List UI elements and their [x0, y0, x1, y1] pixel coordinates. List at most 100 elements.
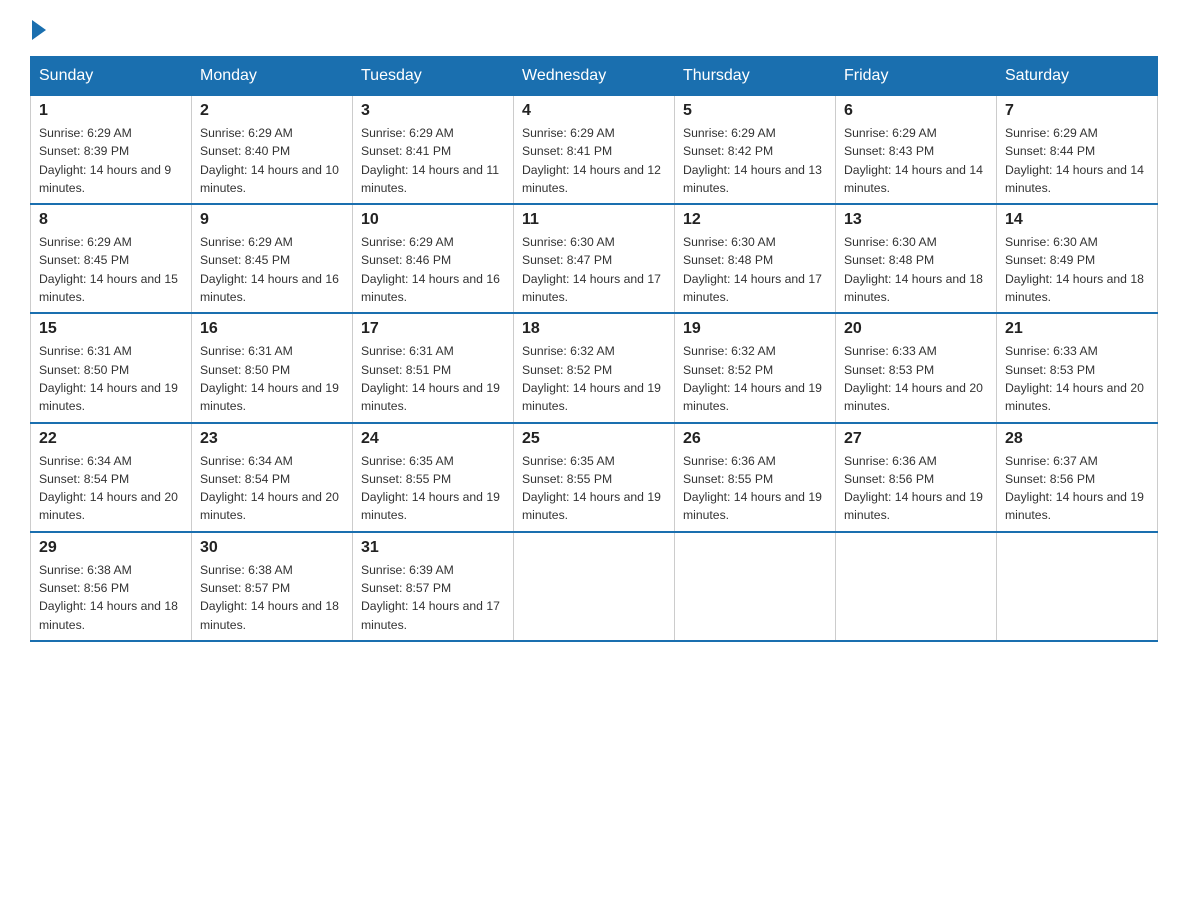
table-row: 28 Sunrise: 6:37 AMSunset: 8:56 PMDayligh…: [997, 423, 1158, 532]
day-number: 9: [200, 211, 344, 229]
table-row: 16 Sunrise: 6:31 AMSunset: 8:50 PMDayligh…: [192, 313, 353, 422]
day-number: 8: [39, 211, 183, 229]
table-row: 13 Sunrise: 6:30 AMSunset: 8:48 PMDayligh…: [836, 204, 997, 313]
day-number: 16: [200, 320, 344, 338]
day-info: Sunrise: 6:30 AMSunset: 8:47 PMDaylight:…: [522, 233, 666, 306]
table-row: 1 Sunrise: 6:29 AMSunset: 8:39 PMDaylight…: [31, 96, 192, 205]
day-info: Sunrise: 6:33 AMSunset: 8:53 PMDaylight:…: [844, 342, 988, 415]
day-number: 28: [1005, 430, 1149, 448]
table-row: 3 Sunrise: 6:29 AMSunset: 8:41 PMDaylight…: [353, 96, 514, 205]
day-info: Sunrise: 6:35 AMSunset: 8:55 PMDaylight:…: [361, 452, 505, 525]
table-row: [997, 532, 1158, 641]
day-number: 1: [39, 102, 183, 120]
table-row: [514, 532, 675, 641]
day-number: 18: [522, 320, 666, 338]
table-row: 22 Sunrise: 6:34 AMSunset: 8:54 PMDayligh…: [31, 423, 192, 532]
day-number: 25: [522, 430, 666, 448]
day-number: 27: [844, 430, 988, 448]
day-number: 6: [844, 102, 988, 120]
header-monday: Monday: [192, 57, 353, 96]
day-number: 31: [361, 539, 505, 557]
day-info: Sunrise: 6:38 AMSunset: 8:56 PMDaylight:…: [39, 561, 183, 634]
day-info: Sunrise: 6:37 AMSunset: 8:56 PMDaylight:…: [1005, 452, 1149, 525]
day-info: Sunrise: 6:36 AMSunset: 8:56 PMDaylight:…: [844, 452, 988, 525]
day-info: Sunrise: 6:29 AMSunset: 8:44 PMDaylight:…: [1005, 124, 1149, 197]
table-row: 27 Sunrise: 6:36 AMSunset: 8:56 PMDayligh…: [836, 423, 997, 532]
table-row: 17Sunrise: 6:31 AMSunset: 8:51 PMDayligh…: [353, 313, 514, 422]
day-number: 3: [361, 102, 505, 120]
day-info: Sunrise: 6:35 AMSunset: 8:55 PMDaylight:…: [522, 452, 666, 525]
header-friday: Friday: [836, 57, 997, 96]
table-row: 7Sunrise: 6:29 AMSunset: 8:44 PMDaylight…: [997, 96, 1158, 205]
day-info: Sunrise: 6:33 AMSunset: 8:53 PMDaylight:…: [1005, 342, 1149, 415]
day-number: 23: [200, 430, 344, 448]
week-row-3: 15 Sunrise: 6:31 AMSunset: 8:50 PMDayligh…: [31, 313, 1158, 422]
logo-arrow-icon: [32, 20, 46, 40]
logo: [30, 20, 48, 40]
week-row-2: 8 Sunrise: 6:29 AMSunset: 8:45 PMDaylight…: [31, 204, 1158, 313]
day-info: Sunrise: 6:31 AMSunset: 8:50 PMDaylight:…: [200, 342, 344, 415]
day-number: 20: [844, 320, 988, 338]
day-number: 15: [39, 320, 183, 338]
table-row: 25 Sunrise: 6:35 AMSunset: 8:55 PMDayligh…: [514, 423, 675, 532]
table-row: 6Sunrise: 6:29 AMSunset: 8:43 PMDaylight…: [836, 96, 997, 205]
day-number: 10: [361, 211, 505, 229]
day-info: Sunrise: 6:29 AMSunset: 8:41 PMDaylight:…: [361, 124, 505, 197]
weekday-header-row: SundayMondayTuesdayWednesdayThursdayFrid…: [31, 57, 1158, 96]
header-thursday: Thursday: [675, 57, 836, 96]
header-sunday: Sunday: [31, 57, 192, 96]
day-number: 17: [361, 320, 505, 338]
day-number: 21: [1005, 320, 1149, 338]
day-info: Sunrise: 6:36 AMSunset: 8:55 PMDaylight:…: [683, 452, 827, 525]
day-info: Sunrise: 6:29 AMSunset: 8:45 PMDaylight:…: [39, 233, 183, 306]
day-number: 4: [522, 102, 666, 120]
day-info: Sunrise: 6:30 AMSunset: 8:48 PMDaylight:…: [683, 233, 827, 306]
week-row-1: 1 Sunrise: 6:29 AMSunset: 8:39 PMDaylight…: [31, 96, 1158, 205]
day-number: 26: [683, 430, 827, 448]
page-header: [30, 20, 1158, 40]
table-row: [675, 532, 836, 641]
day-info: Sunrise: 6:34 AMSunset: 8:54 PMDaylight:…: [200, 452, 344, 525]
week-row-4: 22 Sunrise: 6:34 AMSunset: 8:54 PMDayligh…: [31, 423, 1158, 532]
table-row: 5Sunrise: 6:29 AMSunset: 8:42 PMDaylight…: [675, 96, 836, 205]
header-wednesday: Wednesday: [514, 57, 675, 96]
table-row: 18 Sunrise: 6:32 AMSunset: 8:52 PMDayligh…: [514, 313, 675, 422]
header-saturday: Saturday: [997, 57, 1158, 96]
table-row: 19Sunrise: 6:32 AMSunset: 8:52 PMDayligh…: [675, 313, 836, 422]
day-info: Sunrise: 6:39 AMSunset: 8:57 PMDaylight:…: [361, 561, 505, 634]
table-row: 24 Sunrise: 6:35 AMSunset: 8:55 PMDayligh…: [353, 423, 514, 532]
day-number: 2: [200, 102, 344, 120]
day-info: Sunrise: 6:29 AMSunset: 8:45 PMDaylight:…: [200, 233, 344, 306]
day-number: 19: [683, 320, 827, 338]
table-row: 8 Sunrise: 6:29 AMSunset: 8:45 PMDaylight…: [31, 204, 192, 313]
table-row: 10 Sunrise: 6:29 AMSunset: 8:46 PMDayligh…: [353, 204, 514, 313]
table-row: 12 Sunrise: 6:30 AMSunset: 8:48 PMDayligh…: [675, 204, 836, 313]
day-info: Sunrise: 6:34 AMSunset: 8:54 PMDaylight:…: [39, 452, 183, 525]
table-row: 26 Sunrise: 6:36 AMSunset: 8:55 PMDayligh…: [675, 423, 836, 532]
day-number: 11: [522, 211, 666, 229]
day-info: Sunrise: 6:29 AMSunset: 8:40 PMDaylight:…: [200, 124, 344, 197]
day-info: Sunrise: 6:29 AMSunset: 8:46 PMDaylight:…: [361, 233, 505, 306]
table-row: 15 Sunrise: 6:31 AMSunset: 8:50 PMDayligh…: [31, 313, 192, 422]
table-row: 4Sunrise: 6:29 AMSunset: 8:41 PMDaylight…: [514, 96, 675, 205]
table-row: 30 Sunrise: 6:38 AMSunset: 8:57 PMDayligh…: [192, 532, 353, 641]
day-number: 13: [844, 211, 988, 229]
day-info: Sunrise: 6:29 AMSunset: 8:39 PMDaylight:…: [39, 124, 183, 197]
day-number: 24: [361, 430, 505, 448]
day-info: Sunrise: 6:30 AMSunset: 8:48 PMDaylight:…: [844, 233, 988, 306]
day-number: 30: [200, 539, 344, 557]
table-row: 20 Sunrise: 6:33 AMSunset: 8:53 PMDayligh…: [836, 313, 997, 422]
table-row: 14Sunrise: 6:30 AMSunset: 8:49 PMDayligh…: [997, 204, 1158, 313]
calendar-table: SundayMondayTuesdayWednesdayThursdayFrid…: [30, 56, 1158, 642]
header-tuesday: Tuesday: [353, 57, 514, 96]
day-info: Sunrise: 6:31 AMSunset: 8:50 PMDaylight:…: [39, 342, 183, 415]
day-info: Sunrise: 6:38 AMSunset: 8:57 PMDaylight:…: [200, 561, 344, 634]
day-number: 22: [39, 430, 183, 448]
day-number: 12: [683, 211, 827, 229]
table-row: 31 Sunrise: 6:39 AMSunset: 8:57 PMDayligh…: [353, 532, 514, 641]
day-number: 29: [39, 539, 183, 557]
table-row: 29 Sunrise: 6:38 AMSunset: 8:56 PMDayligh…: [31, 532, 192, 641]
table-row: 23 Sunrise: 6:34 AMSunset: 8:54 PMDayligh…: [192, 423, 353, 532]
table-row: 2 Sunrise: 6:29 AMSunset: 8:40 PMDaylight…: [192, 96, 353, 205]
day-info: Sunrise: 6:32 AMSunset: 8:52 PMDaylight:…: [522, 342, 666, 415]
